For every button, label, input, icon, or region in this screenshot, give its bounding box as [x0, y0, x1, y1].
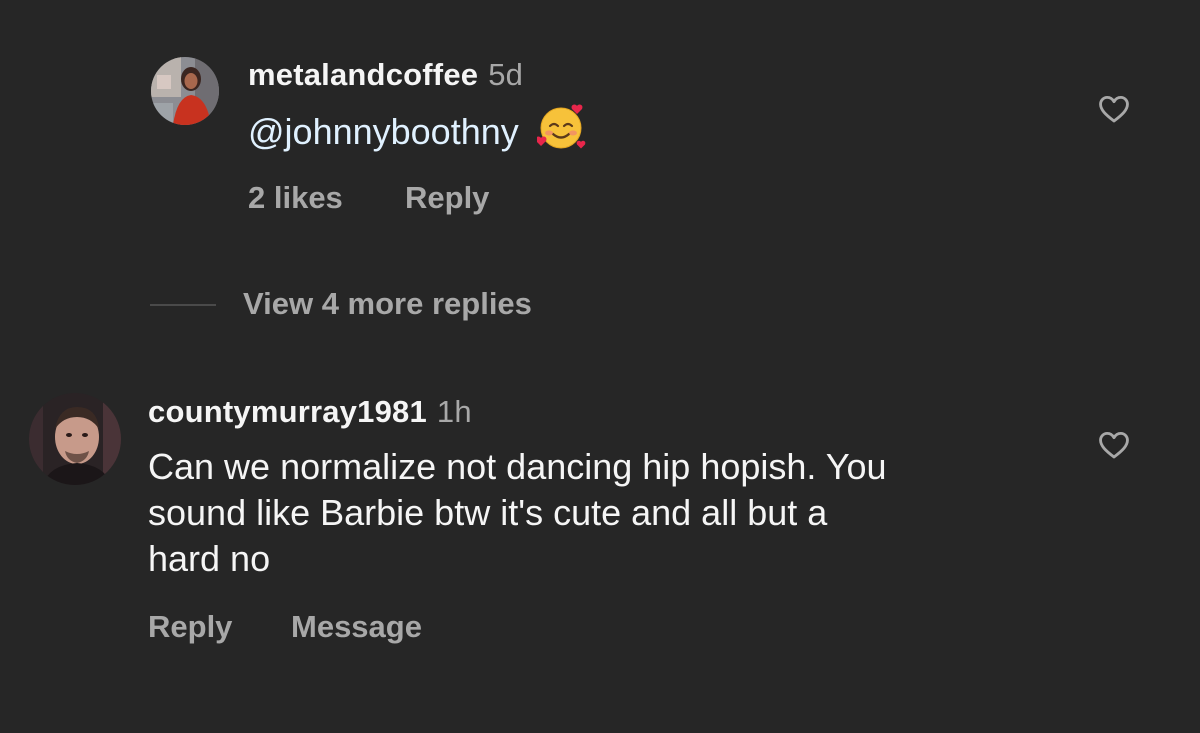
comment-text: Can we normalize not dancing hip hopish.… [148, 444, 887, 582]
comment-username[interactable]: metalandcoffee 5d [248, 57, 523, 93]
username-text[interactable]: countymurray1981 [148, 394, 427, 429]
avatar[interactable] [151, 57, 219, 125]
likes-count[interactable]: 2 likes [248, 180, 343, 216]
comment-text-line: Can we normalize not dancing hip hopish.… [148, 446, 887, 487]
reply-button[interactable]: Reply [405, 180, 489, 216]
username-text[interactable]: metalandcoffee [248, 57, 478, 92]
comment-text-line: sound like Barbie btw it's cute and all … [148, 492, 828, 533]
message-button[interactable]: Message [291, 609, 422, 645]
comment-time: 1h [436, 394, 472, 429]
comment-text-line: hard no [148, 538, 271, 579]
comments-panel: metalandcoffee 5d @johnnyboothny 2 likes … [0, 0, 1200, 733]
view-more-replies-button[interactable]: View 4 more replies [243, 286, 532, 322]
smiling-face-with-hearts-icon [535, 102, 587, 161]
avatar-image [151, 57, 219, 125]
replies-divider [150, 304, 216, 306]
mention-link[interactable]: @johnnyboothny [248, 111, 519, 152]
comment-username[interactable]: countymurray1981 1h [148, 394, 472, 430]
heart-outline-icon[interactable] [1096, 428, 1132, 462]
reply-button[interactable]: Reply [148, 609, 232, 645]
avatar[interactable] [29, 393, 121, 485]
heart-outline-icon[interactable] [1096, 92, 1132, 126]
comment-text: @johnnyboothny [248, 104, 587, 161]
comment-time: 5d [488, 57, 524, 92]
avatar-image [29, 393, 121, 485]
